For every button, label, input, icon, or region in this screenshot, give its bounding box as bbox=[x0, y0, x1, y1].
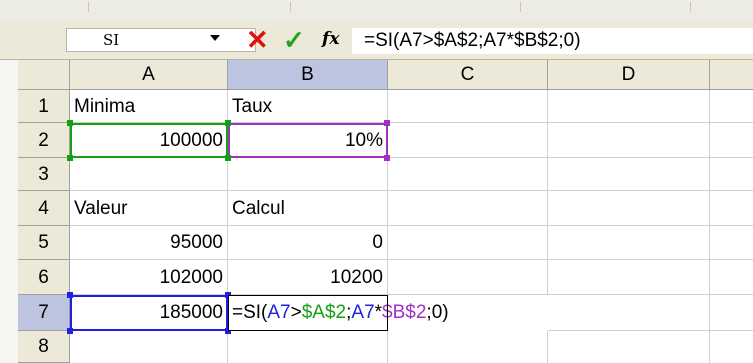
row-header-8[interactable]: 8 bbox=[18, 331, 70, 363]
cell-a1[interactable]: Minima bbox=[70, 90, 228, 123]
formula-ref-b2: $B$2 bbox=[382, 302, 427, 323]
cell-a8[interactable] bbox=[70, 331, 228, 363]
formula-token: =SI( bbox=[232, 302, 268, 323]
cell-b1[interactable]: Taux bbox=[228, 90, 388, 123]
cell-a6[interactable]: 102000 bbox=[70, 260, 228, 295]
cell-b2[interactable]: 10% bbox=[228, 123, 388, 158]
range-handle-a7[interactable] bbox=[67, 328, 73, 334]
cell-e1[interactable] bbox=[710, 90, 753, 123]
cell-d5[interactable] bbox=[548, 226, 710, 260]
formula-ref-a7: A7 bbox=[351, 302, 375, 323]
row-label: 1 bbox=[38, 96, 49, 117]
range-handle-a7[interactable] bbox=[67, 292, 73, 298]
toolbar-separator bbox=[88, 2, 89, 12]
toolbar-separator bbox=[520, 2, 521, 12]
row-label: 8 bbox=[38, 336, 49, 357]
cell-a5[interactable]: 95000 bbox=[70, 226, 228, 260]
cell-c1[interactable] bbox=[388, 90, 548, 123]
cell-b4[interactable]: Calcul bbox=[228, 191, 388, 226]
spreadsheet-grid: A B C D 1 2 3 4 5 6 7 8 Minima Taux 1000… bbox=[0, 60, 753, 363]
row-label: 6 bbox=[38, 267, 49, 288]
cell-c8[interactable] bbox=[388, 331, 548, 363]
row-header-4[interactable]: 4 bbox=[18, 191, 70, 226]
cell-e2[interactable] bbox=[710, 123, 753, 158]
cell-e8[interactable] bbox=[710, 331, 753, 363]
cancel-icon[interactable]: ✕ bbox=[246, 25, 269, 55]
column-header-a[interactable]: A bbox=[70, 60, 228, 90]
range-handle-a2[interactable] bbox=[225, 120, 231, 126]
insert-function-icon[interactable]: fx bbox=[322, 29, 339, 49]
cell-a3[interactable] bbox=[70, 158, 228, 191]
row-label: 5 bbox=[38, 232, 49, 253]
formula-ref-a2: $A$2 bbox=[301, 302, 347, 323]
cell-e7[interactable] bbox=[710, 295, 753, 331]
formula-token: ;0) bbox=[426, 302, 449, 323]
cell-c6[interactable] bbox=[388, 260, 548, 295]
range-handle-a2[interactable] bbox=[67, 155, 73, 161]
name-box-value: SI bbox=[103, 31, 120, 49]
range-handle-b2[interactable] bbox=[384, 120, 390, 126]
cell-d7[interactable] bbox=[548, 295, 710, 331]
cell-b7-editing[interactable]: =SI(A7>$A$2;A7*$B$2;0) bbox=[228, 295, 449, 331]
row-label: 7 bbox=[38, 302, 49, 323]
formula-ref-a7: A7 bbox=[267, 302, 291, 323]
cell-b8[interactable] bbox=[228, 331, 388, 363]
cell-a2[interactable]: 100000 bbox=[70, 123, 228, 158]
cell-a7[interactable]: 185000 bbox=[70, 295, 228, 331]
formula-input[interactable]: =SI(A7>$A$2;A7*$B$2;0) bbox=[352, 28, 753, 54]
cell-c5[interactable] bbox=[388, 226, 548, 260]
formula-token: * bbox=[374, 302, 383, 323]
row-label: 2 bbox=[38, 130, 49, 151]
select-all-corner[interactable] bbox=[18, 60, 70, 90]
toolbar-separator bbox=[690, 2, 691, 12]
cell-b5[interactable]: 0 bbox=[228, 226, 388, 260]
cell-e5[interactable] bbox=[710, 226, 753, 260]
formula-bar: SI ✕ ✓ fx =SI(A7>$A$2;A7*$B$2;0) bbox=[0, 22, 753, 60]
row-header-6[interactable]: 6 bbox=[18, 260, 70, 295]
column-label: D bbox=[621, 64, 636, 85]
row-label: 3 bbox=[38, 164, 49, 185]
name-box[interactable]: SI bbox=[66, 28, 256, 52]
row-header-7[interactable]: 7 bbox=[18, 295, 70, 331]
column-header-d[interactable]: D bbox=[548, 60, 710, 90]
cell-d6[interactable] bbox=[548, 260, 710, 295]
cell-c2[interactable] bbox=[388, 123, 548, 158]
fx-label: fx bbox=[322, 29, 340, 49]
cell-e3[interactable] bbox=[710, 158, 753, 191]
column-label: B bbox=[301, 64, 314, 85]
cell-b6[interactable]: 10200 bbox=[228, 260, 388, 295]
formula-text: =SI(A7>$A$2;A7*$B$2;0) bbox=[364, 30, 581, 51]
cell-b3[interactable] bbox=[228, 158, 388, 191]
cell-a4[interactable]: Valeur bbox=[70, 191, 228, 226]
column-label: A bbox=[142, 64, 155, 85]
column-header-b[interactable]: B bbox=[228, 60, 388, 90]
column-header-c[interactable]: C bbox=[388, 60, 548, 90]
cell-d2[interactable] bbox=[548, 123, 710, 158]
row-header-1[interactable]: 1 bbox=[18, 90, 70, 123]
left-gutter bbox=[0, 60, 18, 363]
cell-c4[interactable] bbox=[388, 191, 548, 226]
range-handle-a2[interactable] bbox=[225, 155, 231, 161]
cell-d4[interactable] bbox=[548, 191, 710, 226]
toolbar-separator bbox=[290, 2, 291, 12]
row-label: 4 bbox=[38, 198, 49, 219]
row-header-5[interactable]: 5 bbox=[18, 226, 70, 260]
row-header-3[interactable]: 3 bbox=[18, 158, 70, 191]
cell-c3[interactable] bbox=[388, 158, 548, 191]
cell-e4[interactable] bbox=[710, 191, 753, 226]
column-label: C bbox=[460, 64, 475, 85]
enter-check-icon[interactable]: ✓ bbox=[283, 25, 305, 55]
cell-e6[interactable] bbox=[710, 260, 753, 295]
cell-d3[interactable] bbox=[548, 158, 710, 191]
row-header-2[interactable]: 2 bbox=[18, 123, 70, 158]
cell-d8[interactable] bbox=[548, 331, 710, 363]
column-header-e[interactable] bbox=[710, 60, 753, 90]
toolbar-strip bbox=[0, 0, 753, 23]
cell-d1[interactable] bbox=[548, 90, 710, 123]
chevron-down-icon[interactable] bbox=[210, 35, 220, 41]
formula-token: > bbox=[290, 302, 302, 323]
range-handle-b2[interactable] bbox=[384, 155, 390, 161]
range-handle-a2[interactable] bbox=[67, 120, 73, 126]
